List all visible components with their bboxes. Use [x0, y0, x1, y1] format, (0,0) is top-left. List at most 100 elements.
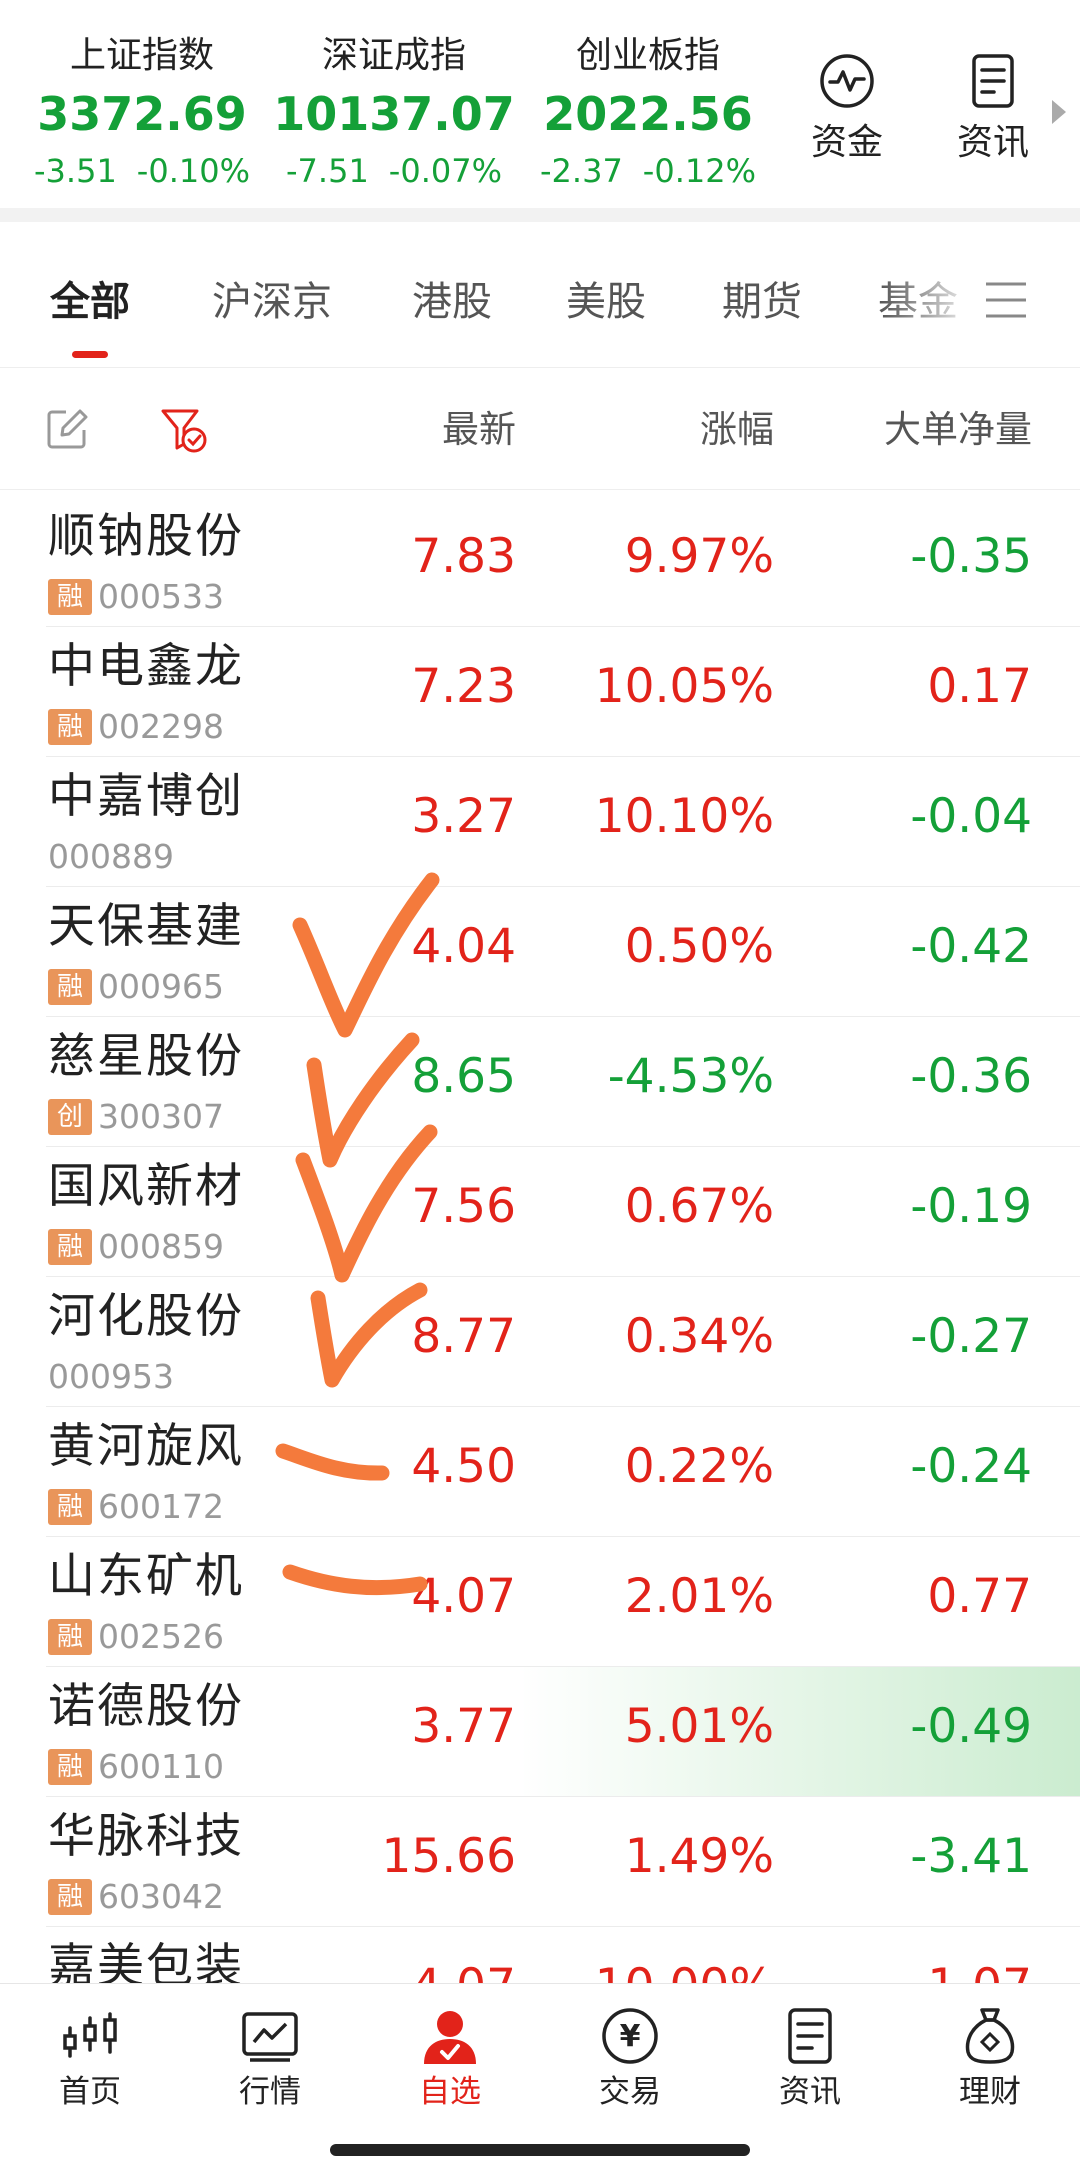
index-change: -2.37 -0.12%	[540, 152, 756, 190]
stock-change-pct: 5.01%	[624, 1699, 774, 1754]
stock-change-pct: 2.01%	[624, 1569, 774, 1624]
stock-big-order-net: -3.41	[910, 1829, 1032, 1884]
stock-row[interactable]: 慈星股份创 300307 8.65 -4.53% -0.36	[0, 1017, 1080, 1147]
nav-market[interactable]: 行情	[200, 2006, 340, 2114]
stock-name: 山东矿机	[48, 1549, 244, 1604]
stock-code: 002298	[98, 707, 224, 746]
stock-big-order-net: -0.19	[910, 1179, 1032, 1234]
stock-row[interactable]: 山东矿机融 002526 4.07 2.01% 0.77	[0, 1537, 1080, 1667]
stock-row[interactable]: 河化股份 000953 8.77 0.34% -0.27	[0, 1277, 1080, 1407]
stock-price: 7.83	[411, 529, 516, 584]
nav-label: 交易	[599, 2074, 661, 2110]
stock-row[interactable]: 天保基建融 000965 4.04 0.50% -0.42	[0, 887, 1080, 1017]
margin-tag: 融	[48, 1619, 92, 1655]
stock-price: 8.65	[411, 1049, 516, 1104]
edit-icon[interactable]	[46, 408, 88, 450]
menu-icon[interactable]	[982, 276, 1030, 324]
stock-big-order-net: -0.35	[910, 529, 1032, 584]
stock-code: 600110	[98, 1747, 224, 1786]
stock-price: 3.27	[411, 789, 516, 844]
quick-link-news[interactable]: 资讯	[938, 52, 1048, 168]
index-value: 2022.56	[543, 87, 753, 141]
stock-change-pct: 0.34%	[624, 1309, 774, 1364]
stock-row[interactable]: 中嘉博创 000889 3.27 10.10% -0.04	[0, 757, 1080, 887]
stock-price: 7.23	[411, 659, 516, 714]
nav-watchlist[interactable]: 自选	[380, 2006, 520, 2114]
index-change: -3.51 -0.10%	[34, 152, 250, 190]
stock-row[interactable]: 中电鑫龙融 002298 7.23 10.05% 0.17	[0, 627, 1080, 757]
stock-big-order-net: -0.36	[910, 1049, 1032, 1104]
margin-tag: 融	[48, 709, 92, 745]
stock-code: 002526	[98, 1617, 224, 1656]
stock-price: 3.77	[411, 1699, 516, 1754]
nav-news[interactable]: 资讯	[740, 2006, 880, 2114]
index-value: 3372.69	[37, 87, 247, 141]
index-shanghai[interactable]: 上证指数 3372.69 -3.51 -0.10%	[12, 30, 272, 194]
margin-tag: 融	[48, 579, 92, 615]
stock-price: 4.04	[411, 919, 516, 974]
quick-link-funds[interactable]: 资金	[792, 52, 902, 168]
stock-row[interactable]: 顺钠股份融 000533 7.83 9.97% -0.35	[0, 497, 1080, 627]
index-change: -7.51 -0.07%	[286, 152, 502, 190]
nav-label: 自选	[419, 2074, 481, 2110]
stock-row[interactable]: 华脉科技融 603042 15.66 1.49% -3.41	[0, 1797, 1080, 1927]
stock-code: 600172	[98, 1487, 224, 1526]
stock-change-pct: 10.00%	[595, 1957, 774, 1983]
column-big-order-net[interactable]: 大单净量	[884, 402, 1032, 458]
nav-wealth[interactable]: 理财	[920, 2006, 1060, 2114]
tab-us-stocks[interactable]: 美股	[566, 272, 646, 332]
column-latest[interactable]: 最新	[442, 402, 516, 458]
stock-change-pct: 1.49%	[624, 1829, 774, 1884]
index-value: 10137.07	[273, 87, 515, 141]
stock-code: 000965	[98, 967, 224, 1006]
nav-home[interactable]: 首页	[20, 2006, 160, 2114]
stock-row[interactable]: 国风新材融 000859 7.56 0.67% -0.19	[0, 1147, 1080, 1277]
index-header: 上证指数 3372.69 -3.51 -0.10% 深证成指 10137.07 -…	[0, 0, 1080, 222]
stock-big-order-net: -0.24	[910, 1439, 1032, 1494]
tab-hk-stocks[interactable]: 港股	[412, 272, 492, 332]
stock-row[interactable]: 诺德股份融 600110 3.77 5.01% -0.49	[0, 1667, 1080, 1797]
stock-price: 4.50	[411, 1439, 516, 1494]
nav-label: 资讯	[779, 2074, 841, 2110]
margin-tag: 融	[48, 1749, 92, 1785]
nav-trade[interactable]: ¥ 交易	[560, 2006, 700, 2114]
stock-change-pct: 0.50%	[624, 919, 774, 974]
tab-futures[interactable]: 期货	[722, 272, 802, 332]
index-shenzhen[interactable]: 深证成指 10137.07 -7.51 -0.07%	[264, 30, 524, 194]
stock-name: 顺钠股份	[48, 509, 244, 564]
stock-name: 华脉科技	[48, 1809, 244, 1864]
money-bag-icon	[965, 2008, 1015, 2064]
stock-name: 嘉美包装	[48, 1939, 244, 1983]
candlestick-icon	[63, 2012, 117, 2058]
stock-big-order-net: 0.17	[927, 659, 1032, 714]
chart-icon	[242, 2012, 298, 2062]
filter-icon[interactable]	[160, 406, 208, 454]
index-chinext[interactable]: 创业板指 2022.56 -2.37 -0.12%	[518, 30, 778, 194]
tab-all[interactable]: 全部	[50, 272, 130, 358]
stock-name: 中嘉博创	[48, 769, 244, 824]
nav-label: 理财	[959, 2074, 1021, 2110]
chevron-right-icon[interactable]	[1052, 100, 1066, 124]
list-header: 最新 涨幅 大单净量	[0, 368, 1080, 490]
stock-big-order-net: -0.42	[910, 919, 1032, 974]
stock-row[interactable]: 嘉美包装 4.07 10.00% 1.07	[0, 1927, 1080, 1983]
stock-change-pct: 10.05%	[594, 659, 774, 714]
stock-row[interactable]: 黄河旋风融 600172 4.50 0.22% -0.24	[0, 1407, 1080, 1537]
stock-name: 诺德股份	[48, 1679, 244, 1734]
stock-name: 中电鑫龙	[48, 639, 244, 694]
column-change-pct[interactable]: 涨幅	[700, 402, 774, 458]
stock-name: 国风新材	[48, 1159, 244, 1214]
stock-change-pct: -4.53%	[607, 1049, 774, 1104]
stock-name: 天保基建	[48, 899, 244, 954]
home-indicator[interactable]	[330, 2144, 750, 2156]
stock-name: 河化股份	[48, 1289, 244, 1344]
tab-hu-shen-jing[interactable]: 沪深京	[212, 272, 332, 332]
news-icon	[788, 2008, 832, 2064]
stock-price: 7.56	[411, 1179, 516, 1234]
stock-change-pct: 0.22%	[624, 1439, 774, 1494]
stock-big-order-net: 0.77	[927, 1569, 1032, 1624]
stock-big-order-net: -0.27	[910, 1309, 1032, 1364]
margin-tag: 创	[48, 1099, 92, 1135]
index-name: 深证成指	[321, 35, 466, 76]
margin-tag: 融	[48, 1879, 92, 1915]
